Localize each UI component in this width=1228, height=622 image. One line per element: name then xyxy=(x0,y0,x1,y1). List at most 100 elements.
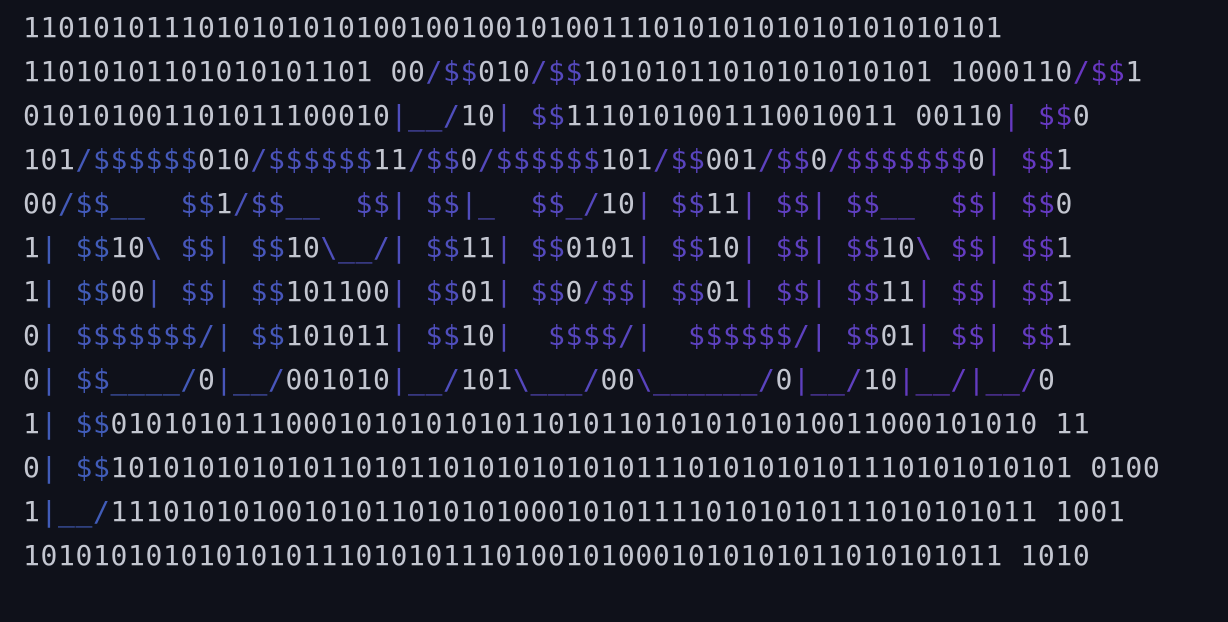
digit-run: 10 xyxy=(110,231,146,264)
art-glyph-run: /$$ xyxy=(425,55,478,88)
art-glyph-run: $$$$$$/| $$ xyxy=(687,319,881,352)
digit-run: 0101 xyxy=(565,231,636,264)
art-glyph-run: \ $$| $$ xyxy=(145,231,286,264)
banner-line: 0| $$10101010101011010110101010101011101… xyxy=(23,446,1160,490)
art-glyph-run: | $$| $$__ xyxy=(740,187,933,220)
digit-run xyxy=(670,319,688,352)
digit-run: 11 xyxy=(460,231,496,264)
digit-run: 0 xyxy=(775,363,793,396)
art-glyph-run: |__/ xyxy=(792,363,863,396)
art-glyph-run: $$| $$|_ xyxy=(355,187,513,220)
art-glyph-run: |__/ xyxy=(40,495,111,528)
art-glyph-run: /$$ xyxy=(530,55,583,88)
art-glyph-run: | $$$$$$$/| $$ xyxy=(40,319,286,352)
banner-line: 010101001101011100010|__/10| $$111010100… xyxy=(23,94,1160,138)
art-glyph-run: | $$____/ xyxy=(40,363,198,396)
art-glyph-run: /$$__ xyxy=(58,187,163,220)
art-glyph-run: | $$ xyxy=(635,187,706,220)
digit-run: 101100 xyxy=(285,275,391,308)
art-glyph-run: | $$ xyxy=(40,231,111,264)
art-glyph-run: | $$ xyxy=(390,319,461,352)
digit-run: 10 xyxy=(880,231,916,264)
art-glyph-run: \______/ xyxy=(635,363,776,396)
banner-line: 1010101010101010111010101110100101000101… xyxy=(23,534,1160,578)
digit-run: 0 xyxy=(1055,187,1073,220)
digit-run: 1010101010101101011010101010101110101010… xyxy=(110,451,1161,484)
digit-run: 10 xyxy=(705,231,741,264)
digit-run: 010 xyxy=(477,55,531,88)
digit-run xyxy=(513,187,531,220)
banner-line: 1|__/11101010100101011010101000101011110… xyxy=(23,490,1160,534)
art-glyph-run: /$$$$$$ xyxy=(477,143,601,176)
banner-line: 101/$$$$$$010/$$$$$$11/$$0/$$$$$$101/$$0… xyxy=(23,138,1160,182)
digit-run: 0 xyxy=(23,319,41,352)
art-glyph-run: | $$ xyxy=(40,451,111,484)
digit-run: 101011 xyxy=(285,319,391,352)
art-glyph-run: /$$| $$ xyxy=(582,275,706,308)
art-glyph-run: | $$ xyxy=(495,99,566,132)
art-glyph-run: | xyxy=(495,319,531,352)
art-glyph-run: |__/ xyxy=(390,99,461,132)
art-glyph-run: | $$| $$ xyxy=(740,231,881,264)
digit-run: 11 xyxy=(372,143,408,176)
art-glyph-run: \___/ xyxy=(512,363,601,396)
art-glyph-run: | $$ xyxy=(495,275,566,308)
digit-run xyxy=(530,319,548,352)
art-glyph-run: | $$ xyxy=(1002,99,1073,132)
art-glyph-run: /$$ xyxy=(407,143,461,176)
art-glyph-run: |__/ xyxy=(390,363,461,396)
digit-run: 1 xyxy=(23,275,41,308)
art-glyph-run: | $$| $$ xyxy=(915,319,1056,352)
digit-run: 101 xyxy=(460,363,513,396)
art-glyph-run: | $$ xyxy=(40,275,111,308)
digit-run: 1 xyxy=(1055,319,1073,352)
digit-run: 10 xyxy=(460,319,496,352)
digit-run: 01 xyxy=(460,275,496,308)
digit-run: 010101001101011100010 xyxy=(23,99,391,132)
digit-run: 0 xyxy=(1037,363,1056,396)
digit-run: 01 xyxy=(880,319,916,352)
digit-run xyxy=(163,187,181,220)
digit-run: 0 xyxy=(197,363,216,396)
art-glyph-run: /$$ xyxy=(757,143,811,176)
art-glyph-run: | $$ xyxy=(985,143,1056,176)
digit-run: 00 xyxy=(110,275,146,308)
art-glyph-run: /$$ xyxy=(1072,55,1126,88)
art-glyph-run: \ $$| $$ xyxy=(915,231,1056,264)
digit-run: 1110101001110010011 00110 xyxy=(565,99,1003,132)
art-glyph-run: | $$| $$ xyxy=(740,275,881,308)
art-glyph-run: /$$$$$$ xyxy=(250,143,373,176)
digit-run: 0 xyxy=(23,451,41,484)
art-glyph-run: | $$| $$ xyxy=(145,275,286,308)
art-glyph-run: | $$ xyxy=(390,275,461,308)
banner-line: 0| $$$$$$$/| $$101011| $$10| $$$$/| $$$$… xyxy=(23,314,1160,358)
digit-run: 0 xyxy=(460,143,478,176)
digit-run: 00 xyxy=(23,187,58,220)
digit-run: 10 xyxy=(460,99,496,132)
digit-run: 1 xyxy=(1055,275,1073,308)
digit-run xyxy=(338,187,356,220)
digit-run: 10 xyxy=(285,231,321,264)
art-glyph-run: | $$ xyxy=(40,407,111,440)
art-glyph-run: /$$__ xyxy=(233,187,338,220)
banner-line: 1| $$10\ $$| $$10\__/| $$11| $$0101| $$1… xyxy=(23,226,1160,270)
digit-run: 0 xyxy=(810,143,828,176)
digit-run: 1010101010101010111010101110100101000101… xyxy=(23,539,1091,572)
art-glyph-run: \__/| $$ xyxy=(320,231,461,264)
digit-run: 10 xyxy=(862,363,898,396)
digit-run: 1101010111010101010100100100101001110101… xyxy=(23,11,1003,44)
art-glyph-run: | $$ xyxy=(635,231,706,264)
digit-run: 10 xyxy=(600,187,636,220)
art-glyph-run: $$_/ xyxy=(530,187,601,220)
digit-run: 10101011010101010101 1000110 xyxy=(582,55,1073,88)
banner-line: 1101010111010101010100100100101001110101… xyxy=(23,6,1160,50)
banner-line: 1| $$01010101110001010101010110101101010… xyxy=(23,402,1160,446)
digit-run: 1 xyxy=(23,495,41,528)
digit-run: 11 xyxy=(705,187,741,220)
banner-line: 00/$$__ $$1/$$__ $$| $$|_ $$_/10| $$11| … xyxy=(23,182,1160,226)
art-glyph-run: |__/ xyxy=(215,363,286,396)
digit-run: 1110101010010101101010100010101111010101… xyxy=(110,495,1126,528)
art-glyph-run: $$| $$ xyxy=(950,187,1056,220)
art-glyph-run: /$$ xyxy=(652,143,706,176)
digit-run: 001010 xyxy=(285,363,391,396)
